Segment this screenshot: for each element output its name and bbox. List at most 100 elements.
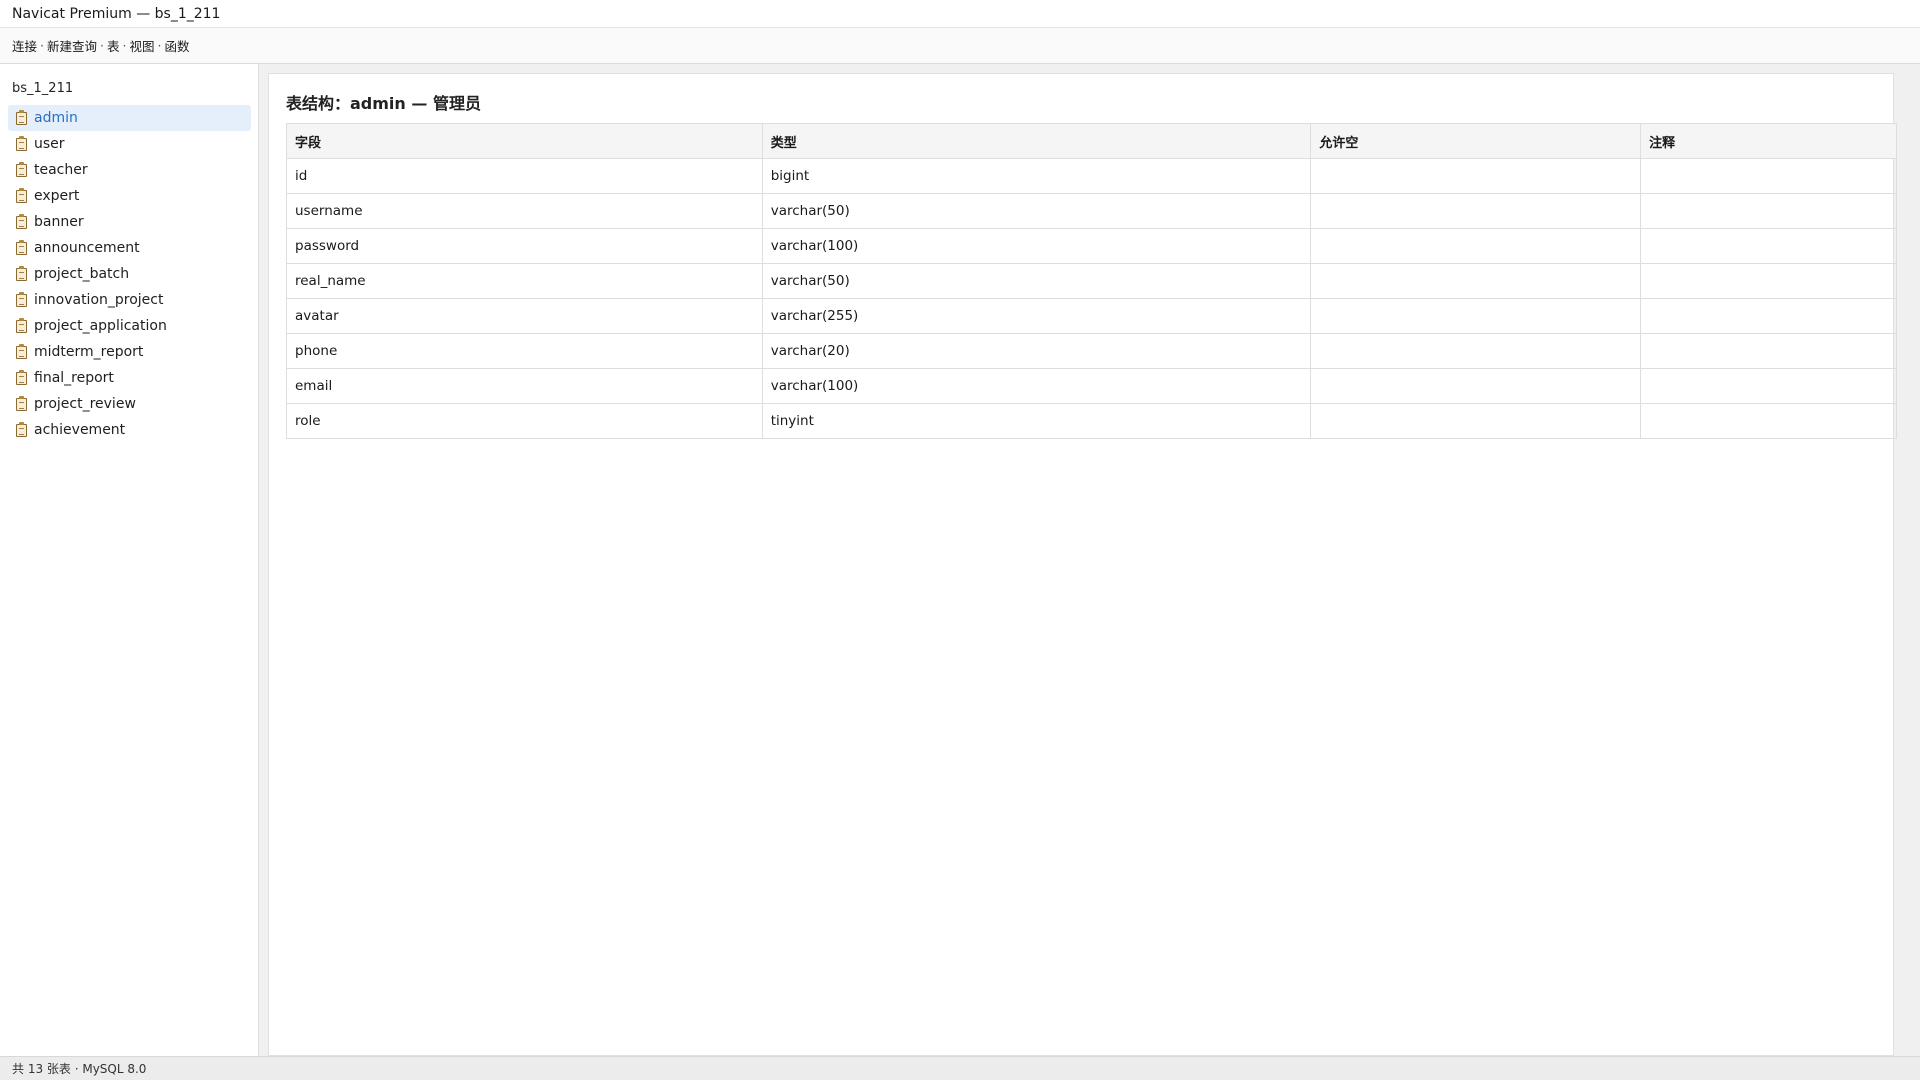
table-icon bbox=[16, 161, 27, 177]
table-icon bbox=[16, 187, 27, 203]
toolbar-connect[interactable]: 连接 bbox=[12, 36, 37, 55]
cell-nullable[interactable] bbox=[1310, 228, 1642, 264]
sidebar-item-midterm_report[interactable]: midterm_report bbox=[8, 339, 251, 365]
table-icon bbox=[16, 343, 27, 359]
cell-field[interactable]: role bbox=[286, 403, 763, 439]
sidebar-item-admin[interactable]: admin bbox=[8, 105, 251, 131]
cell-comment[interactable] bbox=[1640, 193, 1897, 229]
sidebar-item-label: final_report bbox=[34, 370, 114, 386]
cell-nullable[interactable] bbox=[1310, 368, 1642, 404]
sidebar-item-label: expert bbox=[34, 188, 80, 204]
sidebar-item-innovation_project[interactable]: innovation_project bbox=[8, 287, 251, 313]
table-row[interactable]: phone varchar(20) bbox=[286, 333, 1897, 369]
table-icon bbox=[16, 395, 27, 411]
table-icon bbox=[16, 317, 27, 333]
table-icon bbox=[16, 421, 27, 437]
table-icon bbox=[16, 369, 27, 385]
cell-nullable[interactable] bbox=[1310, 193, 1642, 229]
cell-comment[interactable] bbox=[1640, 158, 1897, 194]
cell-comment[interactable] bbox=[1640, 368, 1897, 404]
cell-nullable[interactable] bbox=[1310, 158, 1642, 194]
sidebar-item-label: user bbox=[34, 136, 65, 152]
sidebar-item-label: banner bbox=[34, 214, 84, 230]
table-row[interactable]: username varchar(50) bbox=[286, 193, 1897, 229]
cell-nullable[interactable] bbox=[1310, 298, 1642, 334]
cell-nullable[interactable] bbox=[1310, 403, 1642, 439]
sidebar-item-project_application[interactable]: project_application bbox=[8, 313, 251, 339]
cell-type[interactable]: varchar(100) bbox=[761, 368, 1312, 404]
toolbar: 连接 · 新建查询 · 表 · 视图 · 函数 bbox=[0, 28, 1920, 64]
sidebar-item-label: project_application bbox=[34, 318, 167, 334]
cell-comment[interactable] bbox=[1640, 403, 1897, 439]
window-title: Navicat Premium — bs_1_211 bbox=[12, 5, 221, 22]
sidebar-item-achievement[interactable]: achievement bbox=[8, 417, 251, 443]
sidebar-item-label: achievement bbox=[34, 422, 126, 438]
column-header-field[interactable]: 字段 bbox=[286, 123, 763, 159]
table-row[interactable]: real_name varchar(50) bbox=[286, 263, 1897, 299]
status-text: 共 13 张表 · MySQL 8.0 bbox=[12, 1062, 147, 1076]
database-name[interactable]: bs_1_211 bbox=[12, 81, 73, 96]
sidebar-item-label: project_review bbox=[34, 396, 136, 412]
sidebar-item-label: announcement bbox=[34, 240, 140, 256]
table-header-row: 字段 类型 允许空 注释 bbox=[286, 123, 1897, 159]
table-row[interactable]: password varchar(100) bbox=[286, 228, 1897, 264]
structure-table: 字段 类型 允许空 注释 id bigint username varchar(50)… bbox=[286, 123, 1897, 439]
panel-title: 表结构：admin — 管理员 bbox=[286, 94, 481, 113]
cell-type[interactable]: varchar(100) bbox=[761, 228, 1312, 264]
cell-type[interactable]: tinyint bbox=[761, 403, 1312, 439]
cell-nullable[interactable] bbox=[1310, 333, 1642, 369]
cell-field[interactable]: real_name bbox=[286, 263, 763, 299]
toolbar-separator: · bbox=[40, 38, 44, 53]
table-structure-panel: 表结构：admin — 管理员 字段 类型 允许空 注释 id bigint use… bbox=[268, 73, 1897, 1056]
cell-comment[interactable] bbox=[1640, 228, 1897, 264]
table-row[interactable]: id bigint bbox=[286, 158, 1897, 194]
sidebar-item-banner[interactable]: banner bbox=[8, 209, 251, 235]
cell-field[interactable]: password bbox=[286, 228, 763, 264]
cell-field[interactable]: avatar bbox=[286, 298, 763, 334]
cell-nullable[interactable] bbox=[1310, 263, 1642, 299]
toolbar-table[interactable]: 表 bbox=[107, 36, 120, 55]
cell-type[interactable]: varchar(20) bbox=[761, 333, 1312, 369]
sidebar-item-project_batch[interactable]: project_batch bbox=[8, 261, 251, 287]
cell-type[interactable]: varchar(255) bbox=[761, 298, 1312, 334]
cell-comment[interactable] bbox=[1640, 333, 1897, 369]
sidebar: bs_1_211 admin user teacher expert banner ann… bbox=[0, 64, 259, 1056]
toolbar-function[interactable]: 函数 bbox=[165, 36, 190, 55]
cell-type[interactable]: bigint bbox=[761, 158, 1312, 194]
table-row[interactable]: email varchar(100) bbox=[286, 368, 1897, 404]
table-row[interactable]: avatar varchar(255) bbox=[286, 298, 1897, 334]
table-icon bbox=[16, 135, 27, 151]
table-icon bbox=[16, 109, 27, 125]
sidebar-item-label: innovation_project bbox=[34, 292, 164, 308]
sidebar-item-expert[interactable]: expert bbox=[8, 183, 251, 209]
sidebar-item-label: project_batch bbox=[34, 266, 130, 282]
sidebar-item-project_review[interactable]: project_review bbox=[8, 391, 251, 417]
table-row[interactable]: role tinyint bbox=[286, 403, 1897, 439]
cell-comment[interactable] bbox=[1640, 263, 1897, 299]
toolbar-new-query[interactable]: 新建查询 bbox=[47, 36, 97, 55]
cell-field[interactable]: email bbox=[286, 368, 763, 404]
table-icon bbox=[16, 291, 27, 307]
table-icon bbox=[16, 265, 27, 281]
toolbar-separator: · bbox=[100, 38, 104, 53]
window-title-bar: Navicat Premium — bs_1_211 bbox=[0, 0, 1920, 28]
sidebar-item-label: midterm_report bbox=[34, 344, 144, 360]
column-header-type[interactable]: 类型 bbox=[761, 123, 1312, 159]
cell-field[interactable]: id bbox=[286, 158, 763, 194]
sidebar-item-teacher[interactable]: teacher bbox=[8, 157, 251, 183]
cell-field[interactable]: username bbox=[286, 193, 763, 229]
sidebar-item-label: admin bbox=[34, 110, 78, 126]
column-header-nullable[interactable]: 允许空 bbox=[1310, 123, 1642, 159]
column-header-comment[interactable]: 注释 bbox=[1640, 123, 1897, 159]
toolbar-separator: · bbox=[157, 38, 162, 53]
toolbar-separator: · bbox=[122, 38, 127, 53]
sidebar-item-user[interactable]: user bbox=[8, 131, 251, 157]
cell-type[interactable]: varchar(50) bbox=[761, 193, 1312, 229]
table-icon bbox=[16, 213, 27, 229]
cell-field[interactable]: phone bbox=[286, 333, 763, 369]
sidebar-item-final_report[interactable]: final_report bbox=[8, 365, 251, 391]
toolbar-view[interactable]: 视图 bbox=[130, 36, 155, 55]
cell-comment[interactable] bbox=[1640, 298, 1897, 334]
cell-type[interactable]: varchar(50) bbox=[761, 263, 1312, 299]
sidebar-item-announcement[interactable]: announcement bbox=[8, 235, 251, 261]
